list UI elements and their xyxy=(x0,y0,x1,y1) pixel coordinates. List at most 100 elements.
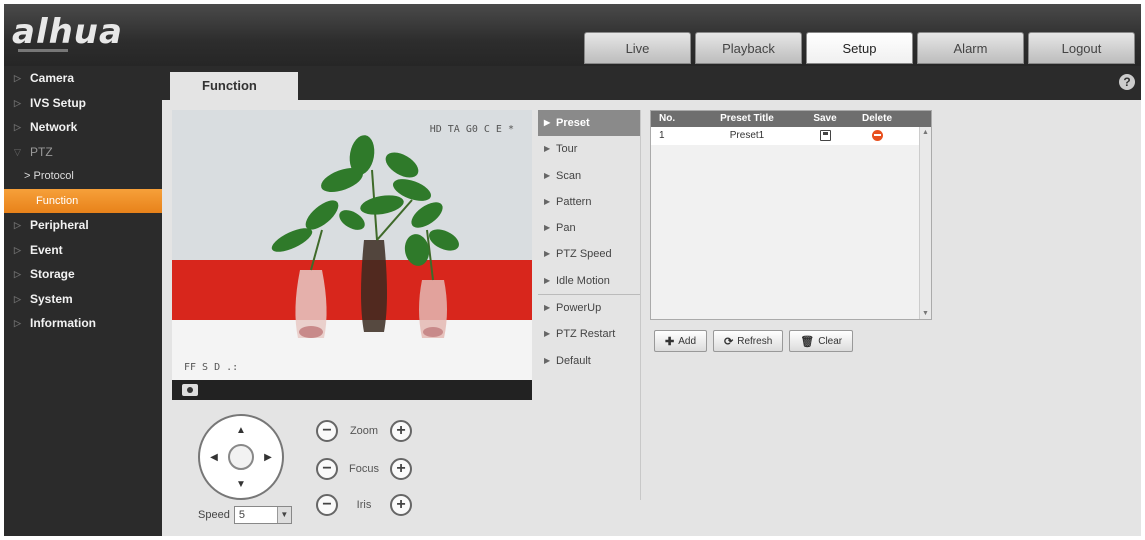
function-item-powerup[interactable]: ▶ PowerUp xyxy=(538,295,640,321)
preset-actions: ✚ Add ⟳ Refresh 🗑 Clear xyxy=(654,330,854,352)
arrow-right-icon[interactable]: ▶ xyxy=(256,445,280,469)
function-item-idle-motion[interactable]: ▶ Idle Motion xyxy=(538,268,640,294)
app-window: alhua Live Playback Setup Alarm Logout ▷… xyxy=(4,4,1141,536)
speed-label: Speed xyxy=(198,509,230,521)
bullet-icon: ▶ xyxy=(544,249,551,259)
tab-playback[interactable]: Playback xyxy=(695,32,802,64)
sidebar-item-label: Storage xyxy=(30,267,75,281)
video-toolbar xyxy=(172,380,532,400)
sidebar-item-label: IVS Setup xyxy=(30,95,87,110)
function-item-ptz-speed[interactable]: ▶ PTZ Speed xyxy=(538,241,640,267)
bullet-icon: ▶ xyxy=(544,329,551,339)
sidebar-item-event[interactable]: ▷ Event xyxy=(4,238,162,263)
bullet-icon: ▶ xyxy=(544,303,551,313)
function-item-label: PowerUp xyxy=(556,302,602,315)
sidebar-item-network[interactable]: ▷ Network xyxy=(4,115,162,140)
function-item-label: PTZ Restart xyxy=(556,328,616,341)
function-item-default[interactable]: ▶ Default xyxy=(538,348,640,374)
function-item-ptz-restart[interactable]: ▶ PTZ Restart xyxy=(538,321,640,347)
chevron-right-icon: ▷ xyxy=(14,220,21,230)
sidebar-item-system[interactable]: ▷ System xyxy=(4,287,162,312)
column-header-no: No. xyxy=(659,113,676,124)
iris-control: − Iris + xyxy=(316,494,412,516)
sidebar-item-ivs-setup[interactable]: ▷ IVS Setup xyxy=(4,91,162,116)
snapshot-icon[interactable] xyxy=(182,384,198,396)
sidebar-subitem-protocol[interactable]: > Protocol xyxy=(4,164,162,189)
speed-value: 5 xyxy=(238,509,245,521)
sidebar-subitem-function[interactable]: Function xyxy=(4,188,162,213)
chevron-down-icon: ▼ xyxy=(276,507,291,523)
function-item-label: Idle Motion xyxy=(556,274,610,287)
panel-divider xyxy=(640,110,641,500)
tab-alarm[interactable]: Alarm xyxy=(917,32,1024,64)
sidebar-item-label: Camera xyxy=(30,71,75,85)
save-icon[interactable] xyxy=(819,129,831,141)
main-content: Function ? HD TA G0 C E * FF S D .: ▲ ▼ … xyxy=(162,66,1141,536)
speed-control: Speed 5 ▼ xyxy=(198,506,292,524)
sidebar-item-label: Information xyxy=(30,316,96,330)
function-item-preset[interactable]: ▶ Preset xyxy=(538,110,640,137)
sidebar-item-label: PTZ xyxy=(30,144,53,159)
chevron-right-icon: ▷ xyxy=(14,73,21,83)
tab-setup[interactable]: Setup xyxy=(806,32,913,64)
sidebar-item-peripheral[interactable]: ▷ Peripheral xyxy=(4,213,162,238)
chevron-down-icon: ▽ xyxy=(14,146,21,157)
zoom-in-button[interactable]: + xyxy=(390,420,412,442)
function-item-pattern[interactable]: ▶ Pattern xyxy=(538,189,640,215)
sidebar-item-information[interactable]: ▷ Information xyxy=(4,311,162,336)
ptz-direction-pad: ▲ ▼ ◀ ▶ xyxy=(198,414,284,500)
refresh-button[interactable]: ⟳ Refresh xyxy=(713,330,784,352)
bullet-icon: ▶ xyxy=(544,170,551,180)
arrow-left-icon[interactable]: ◀ xyxy=(202,445,226,469)
sidebar-item-camera[interactable]: ▷ Camera xyxy=(4,66,162,91)
function-item-scan[interactable]: ▶ Scan xyxy=(538,163,640,189)
function-item-pan[interactable]: ▶ Pan xyxy=(538,215,640,241)
add-button[interactable]: ✚ Add xyxy=(654,330,708,352)
bullet-icon: ▶ xyxy=(544,355,551,365)
chevron-right-icon: ▷ xyxy=(14,269,21,279)
arrow-down-icon[interactable]: ▼ xyxy=(229,472,253,496)
tab-function[interactable]: Function xyxy=(170,72,298,100)
save-cell xyxy=(801,127,849,145)
focus-plus-button[interactable]: + xyxy=(390,458,412,480)
focus-minus-button[interactable]: − xyxy=(316,458,338,480)
trash-icon: 🗑 xyxy=(800,335,815,348)
focus-control: − Focus + xyxy=(316,458,412,480)
iris-label: Iris xyxy=(356,499,372,511)
tab-live[interactable]: Live xyxy=(584,32,691,64)
sidebar-item-label: Event xyxy=(30,242,63,257)
focus-label: Focus xyxy=(349,463,379,475)
clear-button-label: Clear xyxy=(818,335,843,347)
clear-button[interactable]: 🗑 Clear xyxy=(789,330,854,352)
function-item-label: Default xyxy=(556,354,591,367)
zoom-out-button[interactable]: − xyxy=(316,420,338,442)
arrow-up-icon[interactable]: ▲ xyxy=(229,418,253,442)
iris-minus-button[interactable]: − xyxy=(316,494,338,516)
chevron-right-icon: ▷ xyxy=(14,122,21,132)
scroll-up-icon[interactable]: ▲ xyxy=(922,129,929,136)
brand-logo: alhua xyxy=(12,12,123,52)
scroll-down-icon[interactable]: ▼ xyxy=(922,310,929,317)
column-header-delete: Delete xyxy=(861,113,892,124)
video-osd-bottom: FF S D .: xyxy=(184,362,239,373)
sidebar-item-label: Peripheral xyxy=(30,218,89,232)
live-video-view[interactable]: HD TA G0 C E * FF S D .: xyxy=(172,110,532,400)
tab-logout[interactable]: Logout xyxy=(1028,32,1135,64)
table-scrollbar[interactable]: ▲ ▼ xyxy=(919,127,931,319)
delete-icon[interactable] xyxy=(871,129,883,141)
ptz-center-button[interactable] xyxy=(228,444,254,470)
add-button-label: Add xyxy=(678,335,697,347)
iris-plus-button[interactable]: + xyxy=(390,494,412,516)
table-header: No. Preset Title Save Delete xyxy=(651,111,931,127)
sidebar-item-storage[interactable]: ▷ Storage xyxy=(4,262,162,287)
function-item-tour[interactable]: ▶ Tour xyxy=(538,136,640,162)
speed-select[interactable]: 5 ▼ xyxy=(233,506,292,524)
column-header-title: Preset Title xyxy=(720,113,774,124)
plus-icon: ✚ xyxy=(665,335,675,348)
chevron-right-icon: ▷ xyxy=(14,318,21,328)
chevron-right-icon: ▷ xyxy=(14,97,21,108)
help-icon[interactable]: ? xyxy=(1119,74,1135,90)
table-row[interactable]: 1 Preset1 xyxy=(651,127,931,145)
sidebar-item-ptz[interactable]: ▽ PTZ xyxy=(4,140,162,165)
sidebar: ▷ Camera ▷ IVS Setup ▷ Network ▽ PTZ > Proto… xyxy=(4,66,162,536)
